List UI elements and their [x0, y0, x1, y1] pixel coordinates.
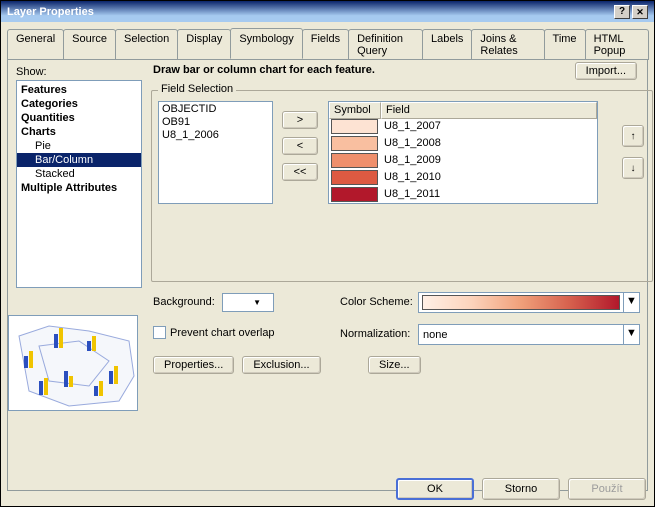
show-item-categories[interactable]: Categories: [17, 97, 141, 111]
symbol-swatch[interactable]: [331, 170, 378, 185]
color-scheme-dropdown[interactable]: ▼: [418, 292, 640, 313]
page-heading: Draw bar or column chart for each featur…: [153, 64, 375, 76]
size-button[interactable]: Size...: [368, 356, 421, 374]
move-up-button[interactable]: ↑: [622, 125, 644, 147]
field-selection-legend: Field Selection: [158, 83, 236, 95]
show-item-stacked[interactable]: Stacked: [17, 167, 141, 181]
show-item-pie[interactable]: Pie: [17, 139, 141, 153]
symbol-swatch[interactable]: [331, 136, 378, 151]
layer-properties-window: Layer Properties GeneralSourceSelectionD…: [0, 0, 655, 507]
properties-button[interactable]: Properties...: [153, 356, 234, 374]
cancel-button[interactable]: Storno: [482, 478, 560, 500]
show-item-bar-column[interactable]: Bar/Column: [17, 153, 141, 167]
help-button[interactable]: [614, 5, 630, 19]
move-right-button[interactable]: >: [282, 111, 318, 129]
symbol-swatch[interactable]: [331, 153, 378, 168]
show-item-charts[interactable]: Charts: [17, 125, 141, 139]
tab-fields[interactable]: Fields: [302, 29, 349, 60]
field-name: U8_1_2011: [380, 187, 597, 204]
prevent-overlap-label: Prevent chart overlap: [170, 327, 275, 339]
tab-source[interactable]: Source: [63, 29, 116, 60]
show-item-quantities[interactable]: Quantities: [17, 111, 141, 125]
color-scheme-preview: [422, 295, 620, 310]
normalization-value: none: [419, 329, 623, 341]
available-field[interactable]: OBJECTID: [162, 103, 269, 116]
tab-joins-relates[interactable]: Joins & Relates: [471, 29, 544, 60]
available-field[interactable]: U8_1_2006: [162, 129, 269, 142]
color-scheme-label: Color Scheme:: [340, 296, 413, 308]
move-all-left-button[interactable]: <<: [282, 163, 318, 181]
import-button[interactable]: Import...: [575, 62, 637, 80]
chevron-down-icon: ▼: [623, 293, 639, 312]
exclusion-button[interactable]: Exclusion...: [242, 356, 320, 374]
field-name: U8_1_2008: [380, 136, 597, 153]
table-row[interactable]: U8_1_2007: [329, 119, 597, 136]
field-name: U8_1_2007: [380, 119, 597, 136]
background-label: Background:: [153, 296, 215, 308]
background-swatch[interactable]: ▼: [222, 293, 274, 312]
available-field[interactable]: OB91: [162, 116, 269, 129]
tab-html-popup[interactable]: HTML Popup: [585, 29, 649, 60]
field-name: U8_1_2010: [380, 170, 597, 187]
tab-strip: GeneralSourceSelectionDisplaySymbologyFi…: [1, 22, 654, 59]
symbol-swatch[interactable]: [331, 187, 378, 202]
field-name: U8_1_2009: [380, 153, 597, 170]
preview-thumbnail: [8, 315, 138, 411]
apply-button[interactable]: Použít: [568, 478, 646, 500]
available-fields-list[interactable]: OBJECTIDOB91U8_1_2006: [158, 101, 273, 204]
tab-definition-query[interactable]: Definition Query: [348, 29, 423, 60]
tab-display[interactable]: Display: [177, 29, 231, 60]
move-left-button[interactable]: <: [282, 137, 318, 155]
tab-general[interactable]: General: [7, 29, 64, 60]
col-symbol[interactable]: Symbol: [329, 102, 381, 119]
show-item-features[interactable]: Features: [17, 83, 141, 97]
table-row[interactable]: U8_1_2009: [329, 153, 597, 170]
normalization-label: Normalization:: [340, 328, 410, 340]
tab-labels[interactable]: Labels: [422, 29, 472, 60]
window-title: Layer Properties: [7, 6, 94, 18]
tab-selection[interactable]: Selection: [115, 29, 178, 60]
prevent-overlap-checkbox[interactable]: [153, 326, 166, 339]
move-down-button[interactable]: ↓: [622, 157, 644, 179]
chevron-down-icon: ▼: [623, 325, 639, 344]
table-row[interactable]: U8_1_2010: [329, 170, 597, 187]
ok-button[interactable]: OK: [396, 478, 474, 500]
field-selection-fieldset: Field Selection OBJECTIDOB91U8_1_2006 > …: [151, 90, 653, 282]
table-row[interactable]: U8_1_2008: [329, 136, 597, 153]
show-item-multiple-attributes[interactable]: Multiple Attributes: [17, 181, 141, 195]
normalization-dropdown[interactable]: none ▼: [418, 324, 640, 345]
selected-fields-table[interactable]: Symbol Field U8_1_2007U8_1_2008U8_1_2009…: [328, 101, 598, 204]
close-button[interactable]: [632, 5, 648, 19]
tab-symbology[interactable]: Symbology: [230, 28, 302, 59]
col-field[interactable]: Field: [381, 102, 597, 119]
tab-content: Show: FeaturesCategoriesQuantitiesCharts…: [7, 59, 648, 491]
symbol-swatch[interactable]: [331, 119, 378, 134]
tab-time[interactable]: Time: [544, 29, 586, 60]
titlebar: Layer Properties: [1, 1, 654, 22]
table-row[interactable]: U8_1_2011: [329, 187, 597, 204]
show-list[interactable]: FeaturesCategoriesQuantitiesChartsPieBar…: [16, 80, 142, 288]
